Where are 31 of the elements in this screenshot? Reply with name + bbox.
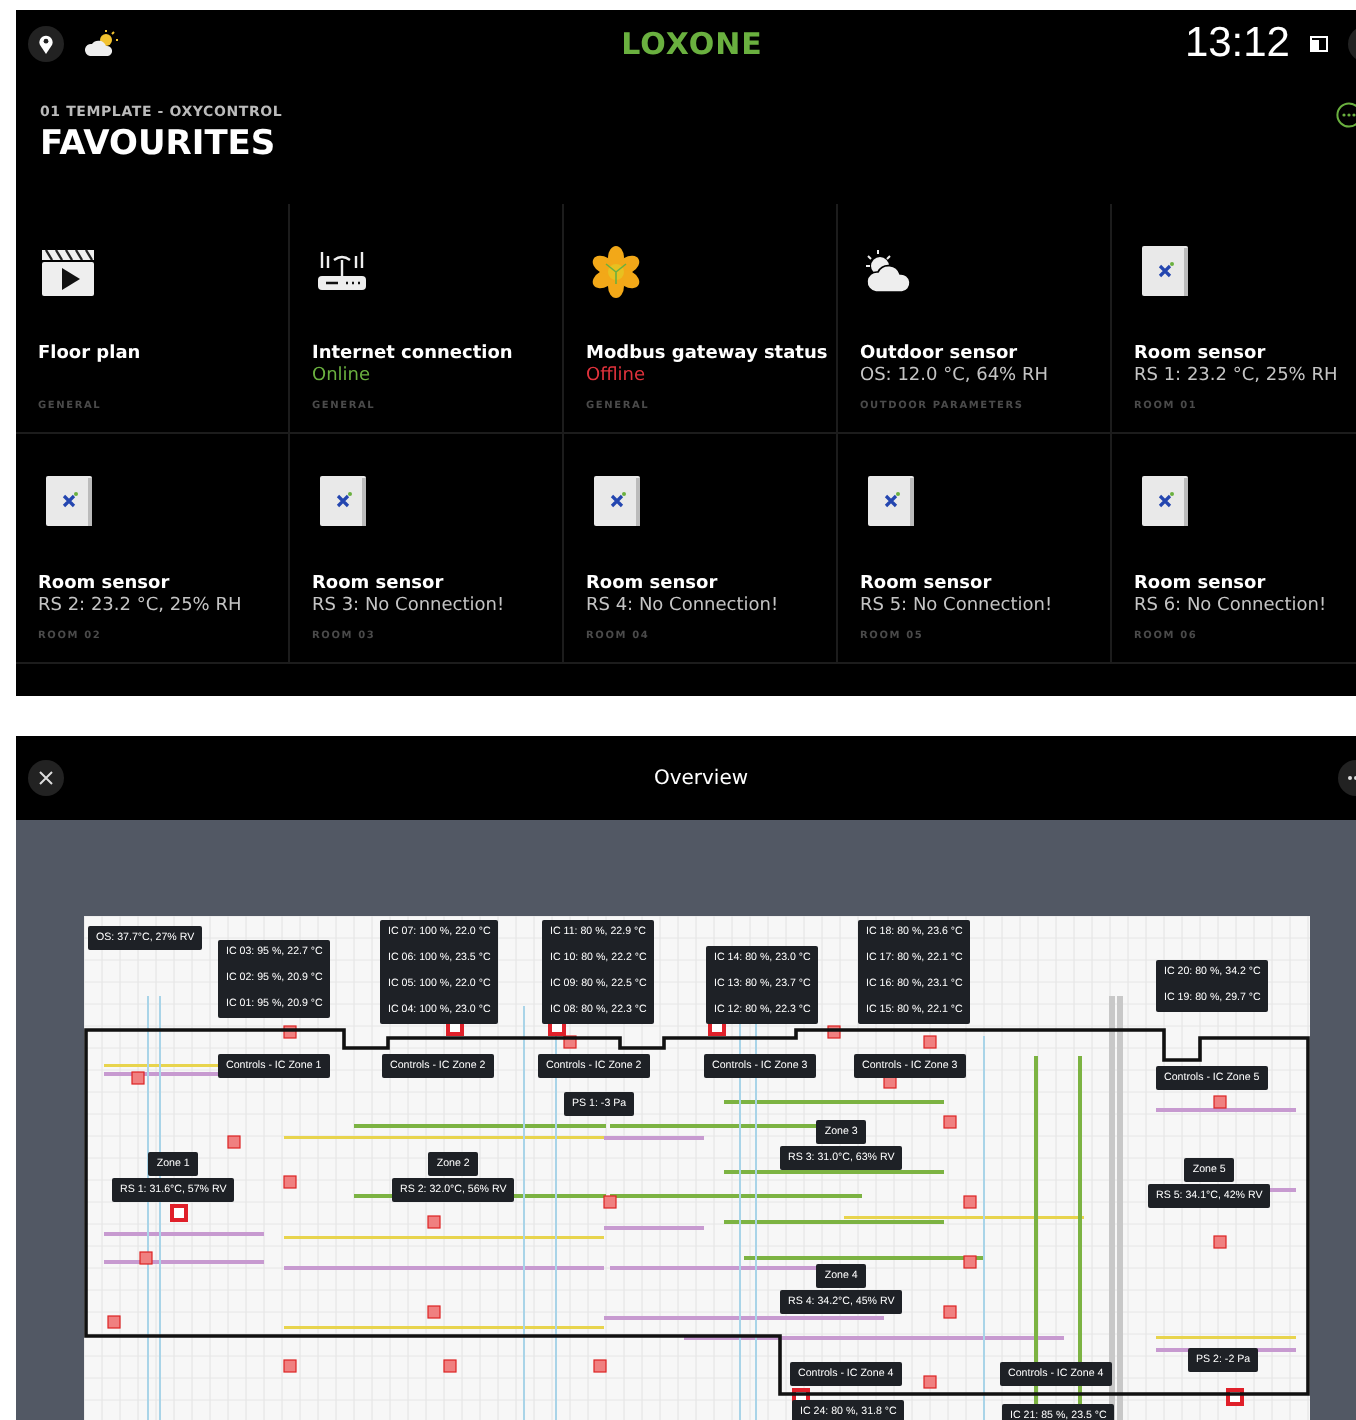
tile-status: RS 1: 23.2 °C, 25% RH [1134,366,1340,388]
tile-status: RS 2: 23.2 °C, 25% RH [38,596,244,618]
close-button[interactable] [28,760,64,796]
clock-time: 13:12 [1184,19,1290,67]
page-title: FAVOURITES [40,124,278,164]
tile-title: Room sensor [1134,344,1268,364]
tile-title: Outdoor sensor [860,344,1020,364]
location-button[interactable] [28,25,64,61]
tile-status: RS 5: No Connection! [860,596,1055,618]
tile-title: Room sensor [586,574,720,594]
tile-status: OS: 12.0 °C, 64% RH [860,366,1050,388]
tile-status: Offline [586,366,648,388]
tile-title: Internet connection [312,344,515,364]
tile-title: Room sensor [860,574,994,594]
tile-title: Room sensor [312,574,446,594]
more-icon[interactable] [1336,102,1356,128]
tile-status: RS 6: No Connection! [1134,596,1329,618]
sun-cloud-icon[interactable] [84,29,120,57]
tile-title: Room sensor [1134,574,1268,594]
tile-title: Floor plan [38,344,143,364]
tile-status: RS 4: No Connection! [586,596,781,618]
tile-title: Modbus gateway status [586,344,830,364]
window-icon[interactable] [1310,35,1328,51]
close-icon [38,770,54,786]
logo: LOXONE [621,25,763,61]
tile-status: RS 3: No Connection! [312,596,507,618]
tile-title: Room sensor [38,574,172,594]
overview-title: Overview [653,767,749,789]
tile-status: Online [312,366,373,388]
location-pin-icon [38,33,54,53]
clapperboard-icon [38,244,98,300]
